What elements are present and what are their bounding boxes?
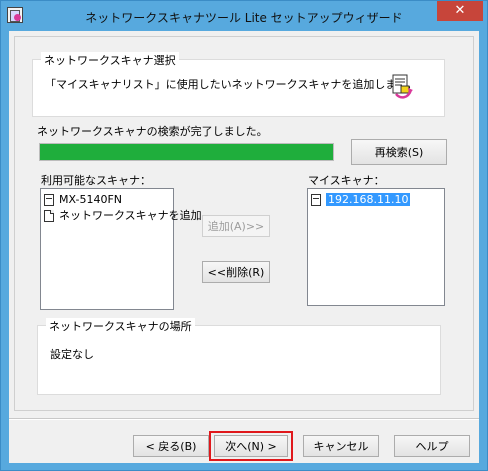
my-scanners-label: マイスキャナ： [308, 174, 385, 187]
cancel-button[interactable]: キャンセル [303, 435, 379, 457]
research-button[interactable]: 再検索(S) [351, 139, 447, 165]
add-button[interactable]: 追加(A)>> [202, 215, 270, 237]
back-button[interactable]: < 戻る(B) [133, 435, 209, 457]
next-button[interactable]: 次へ(N) > [214, 435, 288, 457]
list-item[interactable]: 192.168.11.10 [308, 192, 444, 208]
scanner-selection-description: 「マイスキャナリスト」に使用したいネットワークスキャナを追加します。 [45, 78, 418, 91]
list-item[interactable]: ネットワークスキャナを追加 [41, 208, 202, 224]
list-item-label: ネットワークスキャナを追加 [59, 209, 202, 222]
document-icon [44, 210, 54, 222]
search-status-text: ネットワークスキャナの検索が完了しました。 [37, 125, 268, 138]
list-item-label: 192.168.11.10 [326, 193, 411, 206]
search-progress-bar [39, 143, 334, 161]
available-scanners-label: 利用可能なスキャナ： [41, 174, 151, 187]
search-progress-fill [40, 144, 333, 160]
scanner-selection-label: ネットワークスキャナ選択 [41, 52, 179, 68]
scanner-icon [44, 194, 54, 206]
scanner-icon [311, 194, 321, 206]
close-button[interactable]: ✕ [437, 1, 483, 21]
wizard-icon [392, 74, 413, 99]
available-scanners-list[interactable]: MX-5140FN ネットワークスキャナを追加 [40, 188, 202, 310]
scanner-location-group: ネットワークスキャナの場所 設定なし [37, 318, 441, 395]
help-button[interactable]: ヘルプ [394, 435, 470, 457]
scanner-selection-group: ネットワークスキャナ選択 「マイスキャナリスト」に使用したいネットワークスキャナ… [32, 52, 445, 117]
title-bar[interactable]: ネットワークスキャナツール Lite セットアップウィザード ✕ [1, 1, 487, 31]
window-title: ネットワークスキャナツール Lite セットアップウィザード [85, 11, 403, 25]
remove-button[interactable]: <<削除(R) [202, 261, 270, 283]
dialog-body: ネットワークスキャナ選択 「マイスキャナリスト」に使用したいネットワークスキャナ… [9, 31, 479, 463]
list-item[interactable]: MX-5140FN [41, 192, 173, 208]
my-scanners-list[interactable]: 192.168.11.10 [307, 188, 445, 306]
scanner-location-value: 設定なし [50, 348, 94, 361]
list-item-label: MX-5140FN [59, 193, 122, 206]
footer-separator [9, 418, 479, 420]
scanner-location-label: ネットワークスキャナの場所 [46, 318, 195, 334]
setup-wizard-window: ネットワークスキャナツール Lite セットアップウィザード ✕ ネットワークス… [0, 0, 488, 471]
